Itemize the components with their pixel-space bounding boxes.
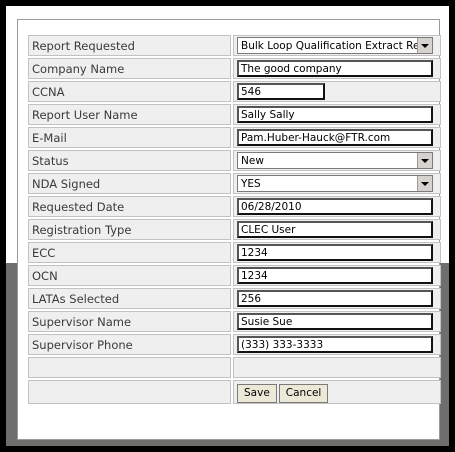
nda-signed-label: NDA Signed [28, 173, 231, 194]
status-select[interactable]: New [237, 152, 433, 169]
form-row-ecc: ECC 1234 [28, 242, 441, 263]
registration-type-input[interactable]: CLEC User [237, 221, 433, 238]
ecc-label: ECC [28, 242, 231, 263]
cancel-button[interactable]: Cancel [278, 384, 329, 403]
form-row-nda-signed: NDA Signed YES [28, 173, 441, 194]
nda-signed-select[interactable]: YES [237, 175, 433, 192]
supervisor-name-label: Supervisor Name [28, 311, 231, 332]
form-row-supervisor-phone: Supervisor Phone (333) 333-3333 [28, 334, 441, 355]
email-label: E-Mail [28, 127, 231, 148]
email-input[interactable]: Pam.Huber-Hauck@FTR.com [237, 129, 433, 146]
form-row-report-user-name: Report User Name Sally Sally [28, 104, 441, 125]
actions-cell: Save Cancel [233, 380, 441, 404]
form-row-company-name: Company Name The good company [28, 58, 441, 79]
ccna-input[interactable]: 546 [237, 83, 325, 100]
form-row-requested-date: Requested Date 06/28/2010 [28, 196, 441, 217]
form-row-actions: Save Cancel [28, 380, 441, 404]
registration-type-label: Registration Type [28, 219, 231, 240]
supervisor-phone-label: Supervisor Phone [28, 334, 231, 355]
supervisor-name-input[interactable]: Susie Sue [237, 313, 433, 330]
form-row-report-requested: Report Requested Bulk Loop Qualification… [28, 35, 441, 56]
form-row-supervisor-name: Supervisor Name Susie Sue [28, 311, 441, 332]
report-requested-select[interactable]: Bulk Loop Qualification Extract Report [237, 37, 433, 54]
latas-selected-input[interactable]: 256 [237, 290, 433, 307]
report-user-name-input[interactable]: Sally Sally [237, 106, 433, 123]
ccna-label: CCNA [28, 81, 231, 102]
latas-selected-label: LATAs Selected [28, 288, 231, 309]
empty-label-cell [28, 357, 231, 378]
chevron-down-icon[interactable] [417, 176, 432, 191]
status-label: Status [28, 150, 231, 171]
form-row-latas-selected: LATAs Selected 256 [28, 288, 441, 309]
report-request-form: Report Requested Bulk Loop Qualification… [26, 33, 443, 406]
ocn-label: OCN [28, 265, 231, 286]
save-button[interactable]: Save [237, 384, 277, 403]
form-row-email: E-Mail Pam.Huber-Hauck@FTR.com [28, 127, 441, 148]
chevron-down-icon[interactable] [417, 38, 432, 53]
form-row-ccna: CCNA 546 [28, 81, 441, 102]
company-name-label: Company Name [28, 58, 231, 79]
chevron-down-icon[interactable] [417, 153, 432, 168]
report-user-name-label: Report User Name [28, 104, 231, 125]
report-requested-label: Report Requested [28, 35, 231, 56]
form-row-empty [28, 357, 441, 378]
requested-date-label: Requested Date [28, 196, 231, 217]
form-row-ocn: OCN 1234 [28, 265, 441, 286]
empty-value-cell [233, 357, 441, 378]
ocn-input[interactable]: 1234 [237, 267, 433, 284]
requested-date-input[interactable]: 06/28/2010 [237, 198, 433, 215]
supervisor-phone-input[interactable]: (333) 333-3333 [237, 336, 433, 353]
company-name-input[interactable]: The good company [237, 60, 433, 77]
actions-label-cell [28, 380, 231, 404]
ecc-input[interactable]: 1234 [237, 244, 433, 261]
form-row-status: Status New [28, 150, 441, 171]
form-row-registration-type: Registration Type CLEC User [28, 219, 441, 240]
